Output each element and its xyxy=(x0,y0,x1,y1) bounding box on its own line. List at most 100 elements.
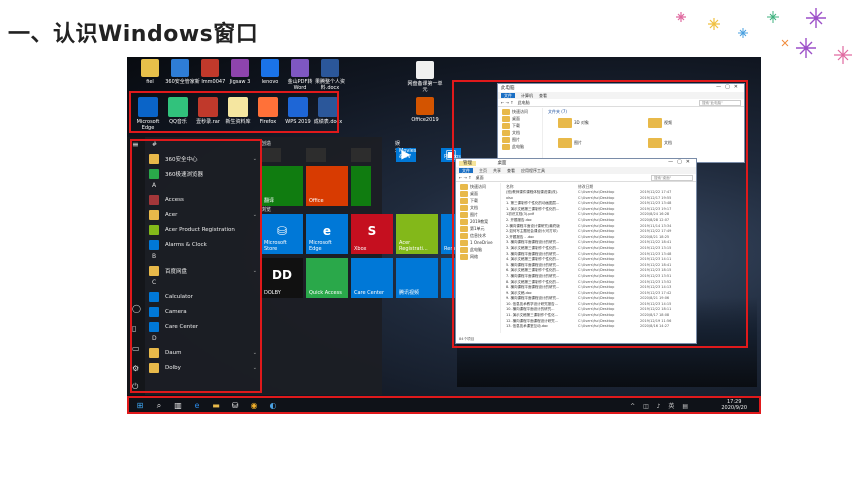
window-titlebar[interactable]: 管理 桌面 —▢✕ xyxy=(456,159,696,167)
picture-icon[interactable]: ▭ xyxy=(132,345,140,353)
desktop-shortcut[interactable]: QQ音乐 xyxy=(161,97,195,125)
folder-item[interactable]: 图片 xyxy=(558,138,582,148)
app-list-item[interactable]: Care Center xyxy=(149,320,257,333)
nav-pane-item[interactable]: 快速访问 xyxy=(456,183,500,190)
app-list-letter[interactable]: D xyxy=(152,335,157,342)
ribbon-tab[interactable]: 计算机 xyxy=(521,93,533,98)
start-tile[interactable]: Care Center xyxy=(351,258,393,298)
nav-pane-item[interactable]: 第1单元 xyxy=(456,225,500,232)
ribbon-tab[interactable]: 共享 xyxy=(493,168,501,173)
desktop-icon[interactable]: 360安全管家 xyxy=(163,59,197,85)
ribbon-tab[interactable]: 查看 xyxy=(539,93,547,98)
start-tile[interactable]: S Xbox xyxy=(351,214,393,254)
ribbon-tab[interactable]: 查看 xyxy=(507,168,515,173)
app-list-item[interactable]: Calculator xyxy=(149,290,257,303)
desktop-shortcut[interactable]: Microsoft Edge xyxy=(131,97,165,131)
search-icon[interactable]: ⌕ xyxy=(153,400,165,412)
nav-pane-item[interactable]: 此电脑 xyxy=(456,246,500,253)
app-list-item[interactable]: Acer ⌄ xyxy=(149,208,257,221)
start-tile[interactable] xyxy=(351,166,371,206)
start-tile[interactable]: Quick Access xyxy=(306,258,348,298)
hamburger-icon[interactable]: ≡ xyxy=(132,141,140,149)
desktop-icon[interactable]: lenovo xyxy=(253,59,287,85)
app-list-item[interactable]: 360极速浏览器 xyxy=(149,167,257,180)
app-list-letter[interactable]: B xyxy=(152,253,156,260)
app-list-letter[interactable]: A xyxy=(152,182,156,189)
nav-pane-item[interactable]: 2019教案 xyxy=(456,218,500,225)
nav-pane-item[interactable]: 下载 xyxy=(456,197,500,204)
app-list-item[interactable]: Alarms & Clock xyxy=(149,238,257,251)
ribbon-tab[interactable]: 应用程序工具 xyxy=(521,168,545,173)
nav-arrows-icon[interactable]: ← → ↑ xyxy=(501,100,514,105)
start-tile[interactable]: Acer Registrati... xyxy=(396,214,438,254)
window-controls[interactable]: —▢✕ xyxy=(668,159,694,165)
nav-pane-item[interactable]: 1 OneDrive xyxy=(456,239,500,246)
nav-pane-item[interactable]: 文档 xyxy=(456,204,500,211)
desktop-shortcut[interactable]: Firefox xyxy=(251,97,285,125)
desktop-icon[interactable]: 果腾整个人资料.docx xyxy=(313,59,347,91)
search-input[interactable]: 搜索"桌面" xyxy=(651,174,693,181)
start-tile[interactable]: Office xyxy=(306,166,348,206)
nav-pane-item[interactable]: 此电脑 xyxy=(498,143,542,150)
nav-pane-item[interactable]: 网络 xyxy=(456,253,500,260)
app-list-letter[interactable]: C xyxy=(152,279,156,286)
start-tile[interactable] xyxy=(306,148,326,162)
desktop-icon[interactable]: fiel xyxy=(133,59,167,85)
window-controls[interactable]: —▢✕ xyxy=(716,84,742,90)
ribbon-tab[interactable]: 文件 xyxy=(459,168,473,173)
address-bar[interactable]: ← → ↑ 桌面 搜索"桌面" xyxy=(456,174,696,182)
nav-pane-item[interactable]: 图片 xyxy=(498,136,542,143)
app-list-item[interactable]: Acer Product Registration xyxy=(149,223,257,236)
app-list-item[interactable]: Camera xyxy=(149,305,257,318)
window-titlebar[interactable]: 此电脑 —▢✕ xyxy=(498,84,744,92)
file-row[interactable]: 13. 信息技术课堂互动.doc C:\Users\fsc\Desktop 2020… xyxy=(506,324,694,330)
chrome-icon[interactable]: ◉ xyxy=(248,400,260,412)
app-list-item[interactable]: 360安全中心 ⌄ xyxy=(149,152,257,165)
task-view-icon[interactable]: ▥ xyxy=(172,400,184,412)
start-tile[interactable]: ⛁ Microsoft Store xyxy=(261,214,303,254)
desktop-icon[interactable]: Office2019 xyxy=(407,97,443,123)
folder-icon[interactable]: ▬ xyxy=(210,400,222,412)
desktop-shortcut[interactable]: 成绩表.docx xyxy=(311,97,345,125)
start-tile[interactable]: ▶ Movies & TV xyxy=(396,147,416,162)
app-list-item[interactable]: Access xyxy=(149,193,257,206)
start-tile[interactable] xyxy=(261,148,281,162)
folder-item[interactable]: 3D 对象 xyxy=(558,118,589,128)
app-list-item[interactable]: Dolby ⌄ xyxy=(149,361,257,374)
desktop-icon[interactable]: 网盘备课第一单元 xyxy=(407,61,443,93)
app-list-item[interactable]: 百度网盘 ⌄ xyxy=(149,264,257,277)
start-tile[interactable]: 翻译 xyxy=(261,166,303,206)
start-tile[interactable]: 腾讯视频 xyxy=(396,258,438,298)
nav-pane-item[interactable]: 图片 xyxy=(456,211,500,218)
system-tray[interactable]: ^ ◫ ♪ 英 ▤ xyxy=(630,401,691,410)
desktop-shortcut[interactable]: 壹秒录.rar xyxy=(191,97,225,125)
address-bar[interactable]: ← → ↑ 此电脑 搜索"此电脑" xyxy=(498,99,744,107)
folder-item[interactable]: 视频 xyxy=(648,118,672,128)
start-tile[interactable] xyxy=(351,148,371,162)
start-tile[interactable]: DD DOLBY xyxy=(261,258,303,298)
nav-arrows-icon[interactable]: ← → ↑ xyxy=(459,175,472,180)
nav-pane-item[interactable]: 桌面 xyxy=(456,190,500,197)
ribbon-tab-manage[interactable]: 管理 xyxy=(459,161,476,166)
folder-item[interactable]: 文档 xyxy=(648,138,672,148)
browser-icon[interactable]: ◐ xyxy=(267,400,279,412)
power-icon[interactable]: ⏻ xyxy=(132,383,140,391)
desktop-shortcut[interactable]: WPS 2019 xyxy=(281,97,315,125)
desktop-shortcut[interactable]: 新生资料库 xyxy=(221,97,255,125)
nav-pane-item[interactable]: 桌面 xyxy=(498,115,542,122)
desktop-icon[interactable]: 金山PDF转Word xyxy=(283,59,317,91)
desktop-icon[interactable]: Jigsaw 3 xyxy=(223,59,257,85)
app-list-letter[interactable]: # xyxy=(152,141,157,148)
nav-pane-item[interactable]: 快速访问 xyxy=(498,108,542,115)
nav-pane-item[interactable]: 下载 xyxy=(498,122,542,129)
store-icon[interactable]: ⛁ xyxy=(229,400,241,412)
user-icon[interactable]: ◯ xyxy=(132,305,141,313)
clock[interactable]: 17:29 2020/9/20 xyxy=(721,399,747,411)
windows-start-icon[interactable]: ⊞ xyxy=(134,400,146,412)
start-tile[interactable]: e Microsoft Edge xyxy=(306,214,348,254)
nav-pane-item[interactable]: 信息技术 xyxy=(456,232,500,239)
app-list-item[interactable]: Daum ⌄ xyxy=(149,346,257,359)
search-input[interactable]: 搜索"此电脑" xyxy=(699,99,741,106)
nav-pane-item[interactable]: 文档 xyxy=(498,129,542,136)
document-icon[interactable]: ▯ xyxy=(132,325,140,333)
